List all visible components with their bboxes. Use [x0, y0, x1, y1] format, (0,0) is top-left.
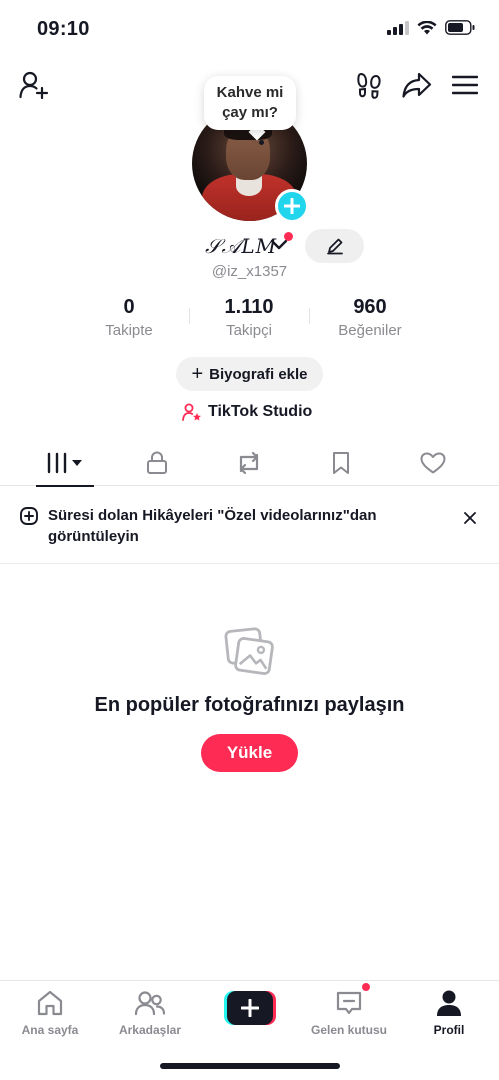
footprints-icon	[357, 72, 381, 99]
profile-views-button[interactable]	[355, 70, 383, 100]
add-bio-label: Biyografi ekle	[209, 365, 308, 383]
profile-icon	[437, 990, 461, 1016]
studio-user-star-icon	[182, 403, 201, 421]
active-tab-indicator	[36, 485, 94, 487]
create-plus-icon	[241, 999, 259, 1017]
stat-followers-value: 1.110	[224, 296, 274, 318]
nav-inbox-label: Gelen kutusu	[310, 1023, 387, 1037]
display-name[interactable]: 𝒮𝒜𝐿𝑀	[205, 234, 277, 258]
handle-text: @iz_x1357	[211, 263, 288, 280]
heart-icon	[420, 452, 446, 474]
status-bar: 09:10	[0, 0, 499, 60]
battery-icon	[445, 20, 475, 35]
note-bubble[interactable]: Kahve mi çay mı?	[204, 76, 296, 130]
grid-icon	[47, 452, 82, 474]
account-notification-dot	[284, 232, 293, 241]
note-bubble-line2: çay mı?	[222, 104, 278, 121]
upload-button[interactable]: Yükle	[201, 734, 298, 772]
add-story-button[interactable]	[275, 189, 309, 223]
hamburger-menu-icon	[452, 75, 478, 95]
stories-banner-text: Süresi dolan Hikâyeleri "Özel videoların…	[48, 507, 377, 545]
status-icons	[387, 20, 475, 35]
add-user-icon	[19, 71, 49, 99]
username-row: 𝒮𝒜𝐿𝑀	[0, 232, 499, 266]
nav-friends-label: Arkadaşlar	[118, 1023, 182, 1037]
add-friend-button[interactable]	[18, 70, 50, 100]
tab-private[interactable]	[117, 440, 197, 486]
close-icon	[464, 512, 476, 524]
home-indicator	[160, 1063, 340, 1069]
inbox-notification-dot	[361, 982, 371, 992]
create-button[interactable]	[224, 991, 276, 1025]
friends-icon	[134, 991, 166, 1016]
add-story-outline-icon	[20, 507, 38, 525]
nav-home-label: Ana sayfa	[21, 1023, 79, 1037]
nav-profile[interactable]: Profil	[399, 987, 499, 1037]
menu-button[interactable]	[451, 72, 479, 98]
nav-inbox[interactable]: Gelen kutusu	[299, 987, 399, 1037]
add-bio-button[interactable]: + Biyografi ekle	[176, 357, 323, 391]
repost-icon	[239, 451, 259, 475]
stat-following-value: 0	[123, 296, 135, 318]
photos-icon	[224, 627, 274, 675]
home-icon	[37, 990, 63, 1016]
stat-likes[interactable]: 960 Beğeniler	[310, 296, 430, 339]
stat-following-label: Takipte	[105, 322, 153, 339]
tiktok-studio-label: TikTok Studio	[208, 403, 313, 420]
signal-icon	[387, 20, 409, 35]
bio-plus-icon: +	[191, 363, 204, 385]
tab-reposts[interactable]	[209, 440, 289, 486]
tab-liked[interactable]	[393, 440, 473, 486]
profile-stats: 0 Takipte 1.110 Takipçi 960 Beğeniler	[0, 296, 499, 346]
tiktok-studio-link[interactable]: TikTok Studio	[182, 400, 312, 424]
create-icon	[227, 991, 273, 1025]
nav-profile-label: Profil	[433, 1023, 465, 1037]
banner-close-button[interactable]	[460, 508, 480, 528]
note-bubble-dot	[259, 140, 264, 145]
stories-banner: Süresi dolan Hikâyeleri "Özel videoların…	[0, 496, 499, 564]
plus-icon	[284, 198, 300, 214]
stat-followers-label: Takipçi	[226, 322, 272, 339]
stat-likes-value: 960	[353, 296, 387, 318]
pencil-icon	[326, 238, 343, 255]
tab-videos[interactable]	[25, 440, 105, 487]
status-time: 09:10	[37, 18, 90, 40]
edit-profile-button[interactable]	[305, 229, 364, 263]
share-icon	[402, 72, 432, 98]
empty-state-title: En popüler fotoğrafınızı paylaşın	[94, 694, 405, 716]
profile-tabs	[0, 440, 499, 487]
tab-favorites[interactable]	[301, 440, 381, 486]
share-button[interactable]	[401, 70, 433, 100]
stat-following[interactable]: 0 Takipte	[69, 296, 189, 339]
bookmark-icon	[333, 452, 349, 474]
wifi-icon	[417, 20, 437, 34]
inbox-icon	[336, 991, 362, 1015]
note-bubble-line1: Kahve mi	[216, 84, 284, 101]
username-handle: @iz_x1357	[0, 263, 499, 280]
nav-friends[interactable]: Arkadaşlar	[100, 987, 200, 1037]
stat-likes-label: Beğeniler	[338, 322, 402, 339]
lock-icon	[147, 451, 167, 474]
nav-home[interactable]: Ana sayfa	[0, 987, 100, 1037]
stat-followers[interactable]: 1.110 Takipçi	[189, 296, 309, 339]
